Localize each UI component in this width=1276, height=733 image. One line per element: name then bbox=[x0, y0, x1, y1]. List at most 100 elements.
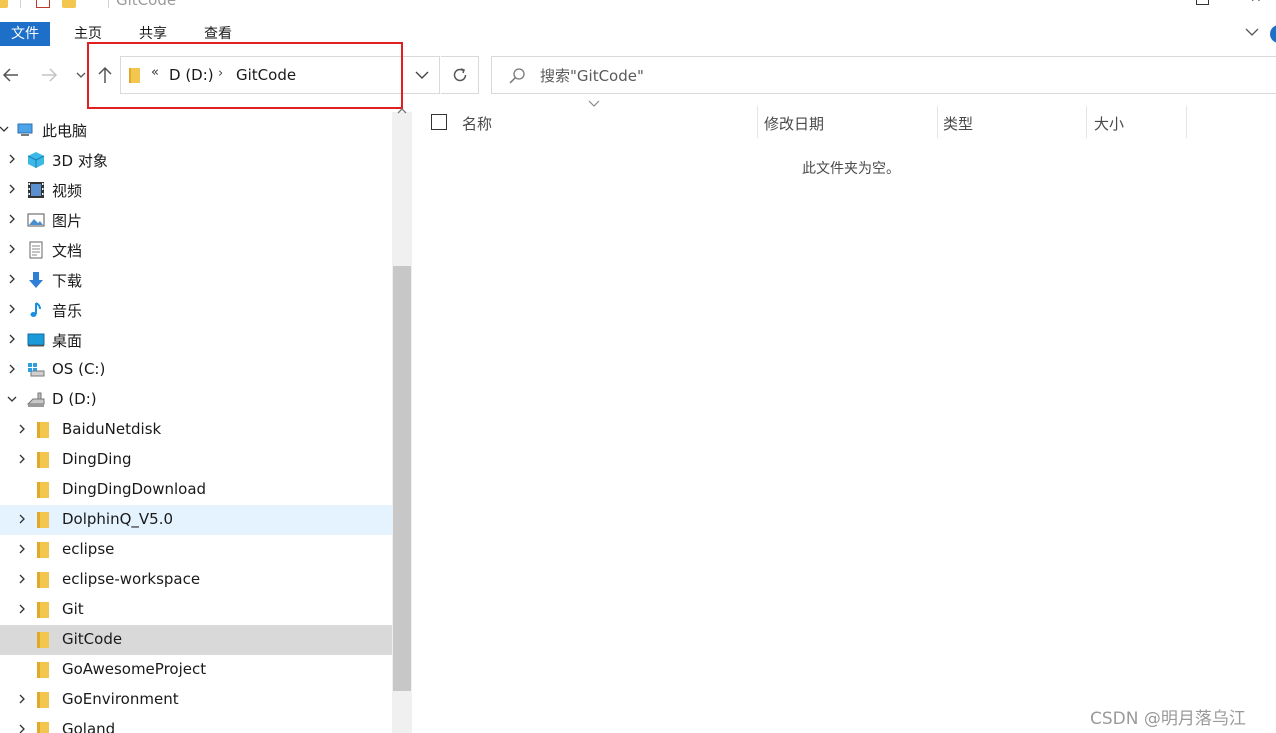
chevron-right-icon[interactable] bbox=[15, 572, 29, 586]
tree-item-music[interactable]: 音乐 bbox=[0, 295, 392, 325]
column-header-type[interactable]: 类型 bbox=[943, 113, 973, 134]
tree-item-label: GoEnvironment bbox=[62, 690, 179, 708]
documents-icon bbox=[29, 241, 43, 259]
chevron-right-icon[interactable] bbox=[15, 692, 29, 706]
quick-access-folder-icon[interactable] bbox=[0, 0, 8, 8]
folder-icon bbox=[37, 572, 49, 588]
tree-item-label: eclipse bbox=[62, 540, 115, 558]
tab-file[interactable]: 文件 bbox=[0, 22, 50, 46]
select-all-checkbox[interactable] bbox=[431, 114, 447, 130]
column-divider[interactable] bbox=[757, 106, 758, 138]
search-input[interactable] bbox=[540, 65, 1140, 87]
tree-item-folder[interactable]: eclipse-workspace bbox=[0, 565, 392, 595]
chevron-down-icon[interactable] bbox=[0, 122, 11, 136]
title-divider bbox=[108, 0, 109, 8]
chevron-right-icon[interactable] bbox=[5, 302, 19, 316]
scroll-up-arrow-icon[interactable] bbox=[397, 106, 407, 116]
close-window-button[interactable]: ✕ bbox=[1250, 0, 1262, 6]
search-box[interactable] bbox=[491, 56, 1276, 94]
tree-item-folder[interactable]: eclipse bbox=[0, 535, 392, 565]
folder-icon bbox=[37, 632, 49, 648]
chevron-right-icon[interactable] bbox=[5, 332, 19, 346]
tree-item-label: GoAwesomeProject bbox=[62, 660, 207, 678]
up-button[interactable] bbox=[94, 64, 116, 86]
tree-item-downloads[interactable]: 下载 bbox=[0, 265, 392, 295]
chevron-right-icon[interactable] bbox=[15, 542, 29, 556]
address-bar[interactable]: « D (D:) › GitCode bbox=[120, 56, 440, 94]
column-header-name[interactable]: 名称 bbox=[462, 113, 492, 134]
chevron-right-icon[interactable] bbox=[5, 272, 19, 286]
tree-item-folder[interactable]: DingDingDownload bbox=[0, 475, 392, 505]
tree-item-documents[interactable]: 文档 bbox=[0, 235, 392, 265]
folder-icon bbox=[37, 692, 49, 708]
navigation-bar: « D (D:) › GitCode bbox=[0, 56, 1276, 96]
chevron-right-icon[interactable] bbox=[15, 512, 29, 526]
column-header-size[interactable]: 大小 bbox=[1094, 113, 1124, 134]
tree-item-3d-objects[interactable]: 3D 对象 bbox=[0, 145, 392, 175]
chevron-right-icon[interactable] bbox=[15, 422, 29, 436]
tree-item-label: 视频 bbox=[52, 182, 83, 200]
chevron-right-icon[interactable] bbox=[15, 602, 29, 616]
chevron-down-icon[interactable] bbox=[5, 392, 19, 406]
column-divider[interactable] bbox=[1086, 106, 1087, 138]
tree-item-pictures[interactable]: 图片 bbox=[0, 205, 392, 235]
chevron-right-icon[interactable] bbox=[5, 362, 19, 376]
watermark: CSDN @明月落乌江 bbox=[1090, 709, 1246, 729]
chevron-right-icon[interactable] bbox=[15, 722, 29, 733]
arrow-left-icon bbox=[2, 68, 18, 82]
refresh-icon bbox=[453, 68, 466, 82]
title-bar: ▾ GitCode ✕ bbox=[0, 0, 1276, 12]
tree-item-folder-selected[interactable]: GitCode bbox=[0, 625, 392, 655]
tree-item-folder[interactable]: Goland bbox=[0, 715, 392, 733]
tree-item-desktop[interactable]: 桌面 bbox=[0, 325, 392, 355]
tree-item-label: DolphinQ_V5.0 bbox=[62, 510, 174, 528]
folder-icon bbox=[37, 602, 49, 618]
help-icon[interactable] bbox=[1270, 25, 1276, 43]
tab-home[interactable]: 主页 bbox=[74, 22, 102, 46]
column-divider[interactable] bbox=[937, 106, 938, 138]
breadcrumb-separator[interactable]: › bbox=[218, 66, 223, 81]
tree-item-folder[interactable]: DingDing bbox=[0, 445, 392, 475]
chevron-right-icon[interactable] bbox=[5, 182, 19, 196]
tree-item-label: 文档 bbox=[52, 242, 83, 260]
address-overflow-button[interactable]: « bbox=[151, 65, 159, 80]
chevron-right-icon[interactable] bbox=[15, 452, 29, 466]
tree-item-this-pc[interactable]: 此电脑 bbox=[0, 115, 392, 145]
folder-icon bbox=[37, 662, 49, 678]
recent-locations-button[interactable] bbox=[70, 64, 92, 86]
quick-access-new-folder-icon[interactable] bbox=[62, 0, 76, 8]
tree-item-label: 下载 bbox=[52, 272, 83, 290]
chevron-down-icon bbox=[76, 72, 86, 78]
breadcrumb-drive-d[interactable]: D (D:) bbox=[169, 66, 214, 84]
arrow-right-icon bbox=[42, 68, 58, 82]
address-history-chevron-icon[interactable] bbox=[413, 65, 431, 85]
tree-item-folder[interactable]: DolphinQ_V5.0 bbox=[0, 505, 392, 535]
forward-button[interactable] bbox=[38, 64, 60, 86]
chevron-right-icon[interactable] bbox=[5, 242, 19, 256]
tree-item-drive-c[interactable]: OS (C:) bbox=[0, 355, 392, 385]
ribbon-tabs: 文件 主页 共享 查看 bbox=[0, 22, 1276, 46]
chevron-right-icon[interactable] bbox=[5, 152, 19, 166]
tree-item-label: D (D:) bbox=[52, 390, 97, 408]
tree-item-label: DingDingDownload bbox=[62, 480, 207, 498]
tab-view[interactable]: 查看 bbox=[204, 22, 232, 46]
refresh-button[interactable] bbox=[441, 56, 479, 94]
column-divider[interactable] bbox=[1186, 106, 1187, 138]
expand-ribbon-icon[interactable] bbox=[1244, 24, 1260, 40]
folder-icon bbox=[129, 68, 140, 83]
tree-item-folder[interactable]: GoEnvironment bbox=[0, 685, 392, 715]
tab-share[interactable]: 共享 bbox=[139, 22, 167, 46]
quick-access-properties-icon[interactable] bbox=[36, 0, 50, 8]
chevron-right-icon[interactable] bbox=[5, 212, 19, 226]
tree-item-folder[interactable]: GoAwesomeProject bbox=[0, 655, 392, 685]
restore-window-button[interactable] bbox=[1196, 0, 1209, 5]
tree-item-folder[interactable]: BaiduNetdisk bbox=[0, 415, 392, 445]
tree-item-folder[interactable]: Git bbox=[0, 595, 392, 625]
quick-access-customize-icon[interactable]: ▾ bbox=[86, 0, 91, 8]
column-header-date-modified[interactable]: 修改日期 bbox=[764, 113, 824, 134]
tree-item-videos[interactable]: 视频 bbox=[0, 175, 392, 205]
sidebar-scrollbar-thumb[interactable] bbox=[393, 266, 411, 691]
back-button[interactable] bbox=[0, 64, 22, 86]
tree-item-drive-d[interactable]: D (D:) bbox=[0, 385, 392, 415]
breadcrumb-gitcode[interactable]: GitCode bbox=[236, 66, 296, 84]
